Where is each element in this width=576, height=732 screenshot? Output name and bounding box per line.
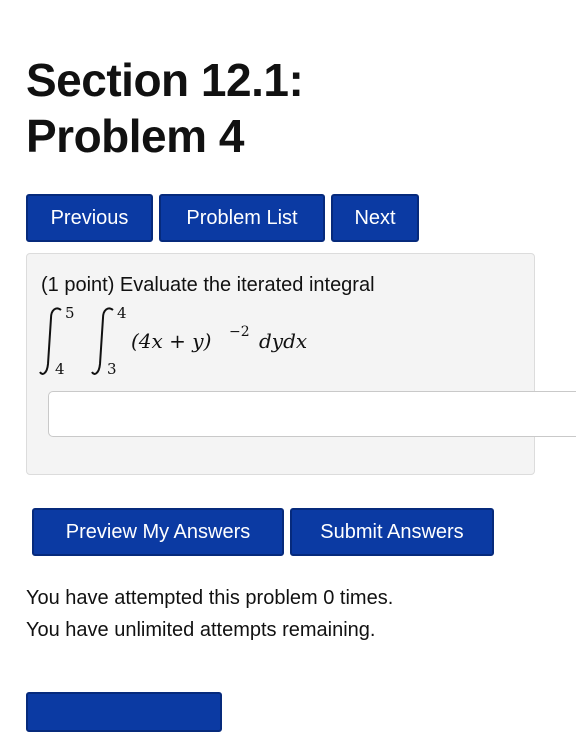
- page-title: Section 12.1: Problem 4: [26, 52, 426, 164]
- problem-list-button[interactable]: Problem List: [159, 194, 325, 242]
- problem-panel: (1 point) Evaluate the iterated integral…: [26, 253, 535, 475]
- attempts-remaining-text: You have unlimited attempts remaining.: [26, 619, 376, 641]
- integrand-exponent: −2: [229, 324, 250, 340]
- attempts-count-text: You have attempted this problem 0 times.: [26, 587, 394, 609]
- outer-lower-limit: 4: [55, 360, 65, 378]
- attempts-info: You have attempted this problem 0 times.…: [26, 582, 393, 646]
- problem-statement: (1 point) Evaluate the iterated integral: [41, 274, 375, 296]
- page-title-line2: Problem 4: [26, 110, 244, 162]
- next-button[interactable]: Next: [331, 194, 419, 242]
- bottom-button[interactable]: [26, 692, 222, 732]
- previous-button[interactable]: Previous: [26, 194, 153, 242]
- submit-answers-button[interactable]: Submit Answers: [290, 508, 494, 556]
- inner-lower-limit: 3: [107, 360, 117, 378]
- preview-answers-button[interactable]: Preview My Answers: [32, 508, 284, 556]
- differentials: dydx: [259, 329, 307, 353]
- answer-field[interactable]: [48, 391, 576, 437]
- inner-upper-limit: 4: [117, 304, 127, 322]
- iterated-integral: 5 4 4 3 (4x + y) −2 dydx: [39, 304, 307, 378]
- outer-upper-limit: 5: [65, 304, 75, 322]
- integrand: (4x + y): [131, 329, 211, 353]
- page-title-line1: Section 12.1:: [26, 54, 304, 106]
